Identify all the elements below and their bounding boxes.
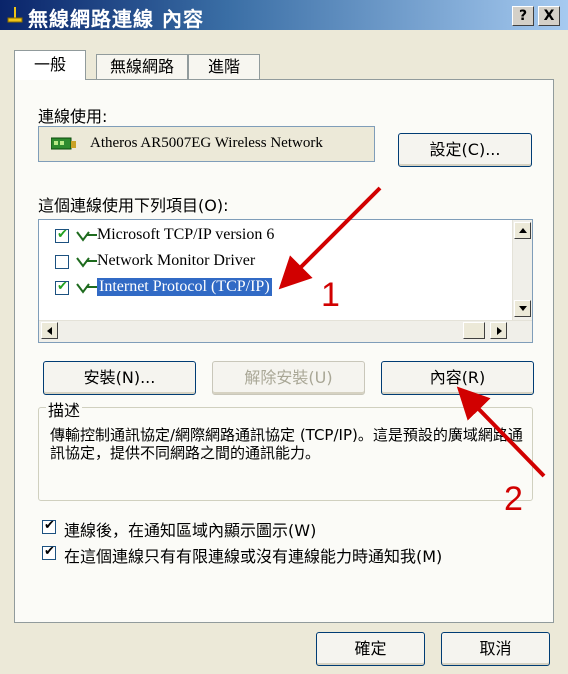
- properties-button[interactable]: 內容(R): [381, 361, 534, 395]
- tab-wireless[interactable]: 無線網路: [96, 54, 188, 79]
- uninstall-button[interactable]: 解除安裝(U): [212, 361, 365, 395]
- vertical-scrollbar[interactable]: [512, 220, 532, 320]
- checkmark-icon: ✔: [57, 279, 68, 294]
- ok-button[interactable]: 確定: [316, 632, 425, 666]
- arrow-down-icon: [519, 306, 527, 311]
- arrow-right-icon: [497, 327, 502, 335]
- description-title: 描述: [46, 397, 83, 421]
- arrow-up-icon: [519, 228, 527, 233]
- show-icon-checkbox[interactable]: ✔: [42, 518, 56, 534]
- item-checkbox[interactable]: [55, 255, 69, 269]
- checkmark-icon: ✔: [44, 544, 55, 559]
- scroll-thumb[interactable]: [463, 322, 485, 339]
- checkmark-icon: ✔: [44, 518, 55, 533]
- components-list[interactable]: ✔ Microsoft TCP/IP version 6 Network Mon…: [38, 219, 533, 343]
- notify-limited-label: 在這個連線只有有限連線或沒有連線能力時通知我(M): [64, 547, 443, 566]
- network-connection-icon: [7, 7, 23, 23]
- cancel-button[interactable]: 取消: [441, 632, 550, 666]
- scroll-up-button[interactable]: [514, 222, 531, 239]
- horizontal-scrollbar[interactable]: [39, 320, 532, 342]
- protocol-icon: [76, 231, 97, 242]
- step-2-label: 2: [504, 480, 523, 518]
- window-title: 無線網路連線 內容: [28, 7, 204, 31]
- item-checkbox[interactable]: ✔: [55, 279, 69, 295]
- items-label: 這個連線使用下列項目(O):: [38, 196, 229, 215]
- arrow-left-icon: [47, 327, 52, 335]
- list-item-selected[interactable]: ✔ Internet Protocol (TCP/IP): [39, 276, 509, 300]
- show-icon-label: 連線後，在通知區域內顯示圖示(W): [64, 521, 317, 540]
- protocol-icon: [76, 283, 97, 294]
- scroll-down-button[interactable]: [514, 300, 531, 317]
- configure-button[interactable]: 設定(C)...: [398, 133, 532, 167]
- item-label: Internet Protocol (TCP/IP): [97, 278, 272, 296]
- item-checkbox[interactable]: ✔: [55, 227, 69, 243]
- help-button[interactable]: ?: [512, 6, 534, 26]
- close-button[interactable]: X: [538, 6, 560, 26]
- service-icon: [76, 257, 97, 268]
- list-item[interactable]: ✔ Microsoft TCP/IP version 6: [39, 224, 509, 248]
- adapter-name: Atheros AR5007EG Wireless Network: [90, 135, 323, 151]
- checkmark-icon: ✔: [57, 227, 68, 242]
- tab-advanced[interactable]: 進階: [188, 54, 260, 79]
- adapter-field: Atheros AR5007EG Wireless Network: [38, 126, 375, 162]
- notify-limited-checkbox[interactable]: ✔: [42, 544, 56, 560]
- install-button[interactable]: 安裝(N)...: [43, 361, 196, 395]
- connect-using-label: 連線使用:: [38, 107, 108, 126]
- properties-dialog: 無線網路連線 內容 ? X 一般 無線網路 進階 連線使用: Atheros A…: [0, 0, 568, 674]
- scroll-right-button[interactable]: [490, 322, 507, 339]
- network-card-icon: [51, 137, 76, 150]
- description-text: 傳輸控制通訊協定/網際網路通訊協定 (TCP/IP)。這是預設的廣域網路通訊協定…: [50, 426, 523, 462]
- tab-general[interactable]: 一般: [14, 50, 86, 80]
- list-item[interactable]: Network Monitor Driver: [39, 250, 509, 274]
- title-bar[interactable]: 無線網路連線 內容 ? X: [0, 0, 568, 31]
- step-1-label: 1: [321, 276, 340, 314]
- scroll-left-button[interactable]: [41, 322, 58, 339]
- item-label: Network Monitor Driver: [97, 252, 256, 269]
- item-label: Microsoft TCP/IP version 6: [97, 226, 275, 243]
